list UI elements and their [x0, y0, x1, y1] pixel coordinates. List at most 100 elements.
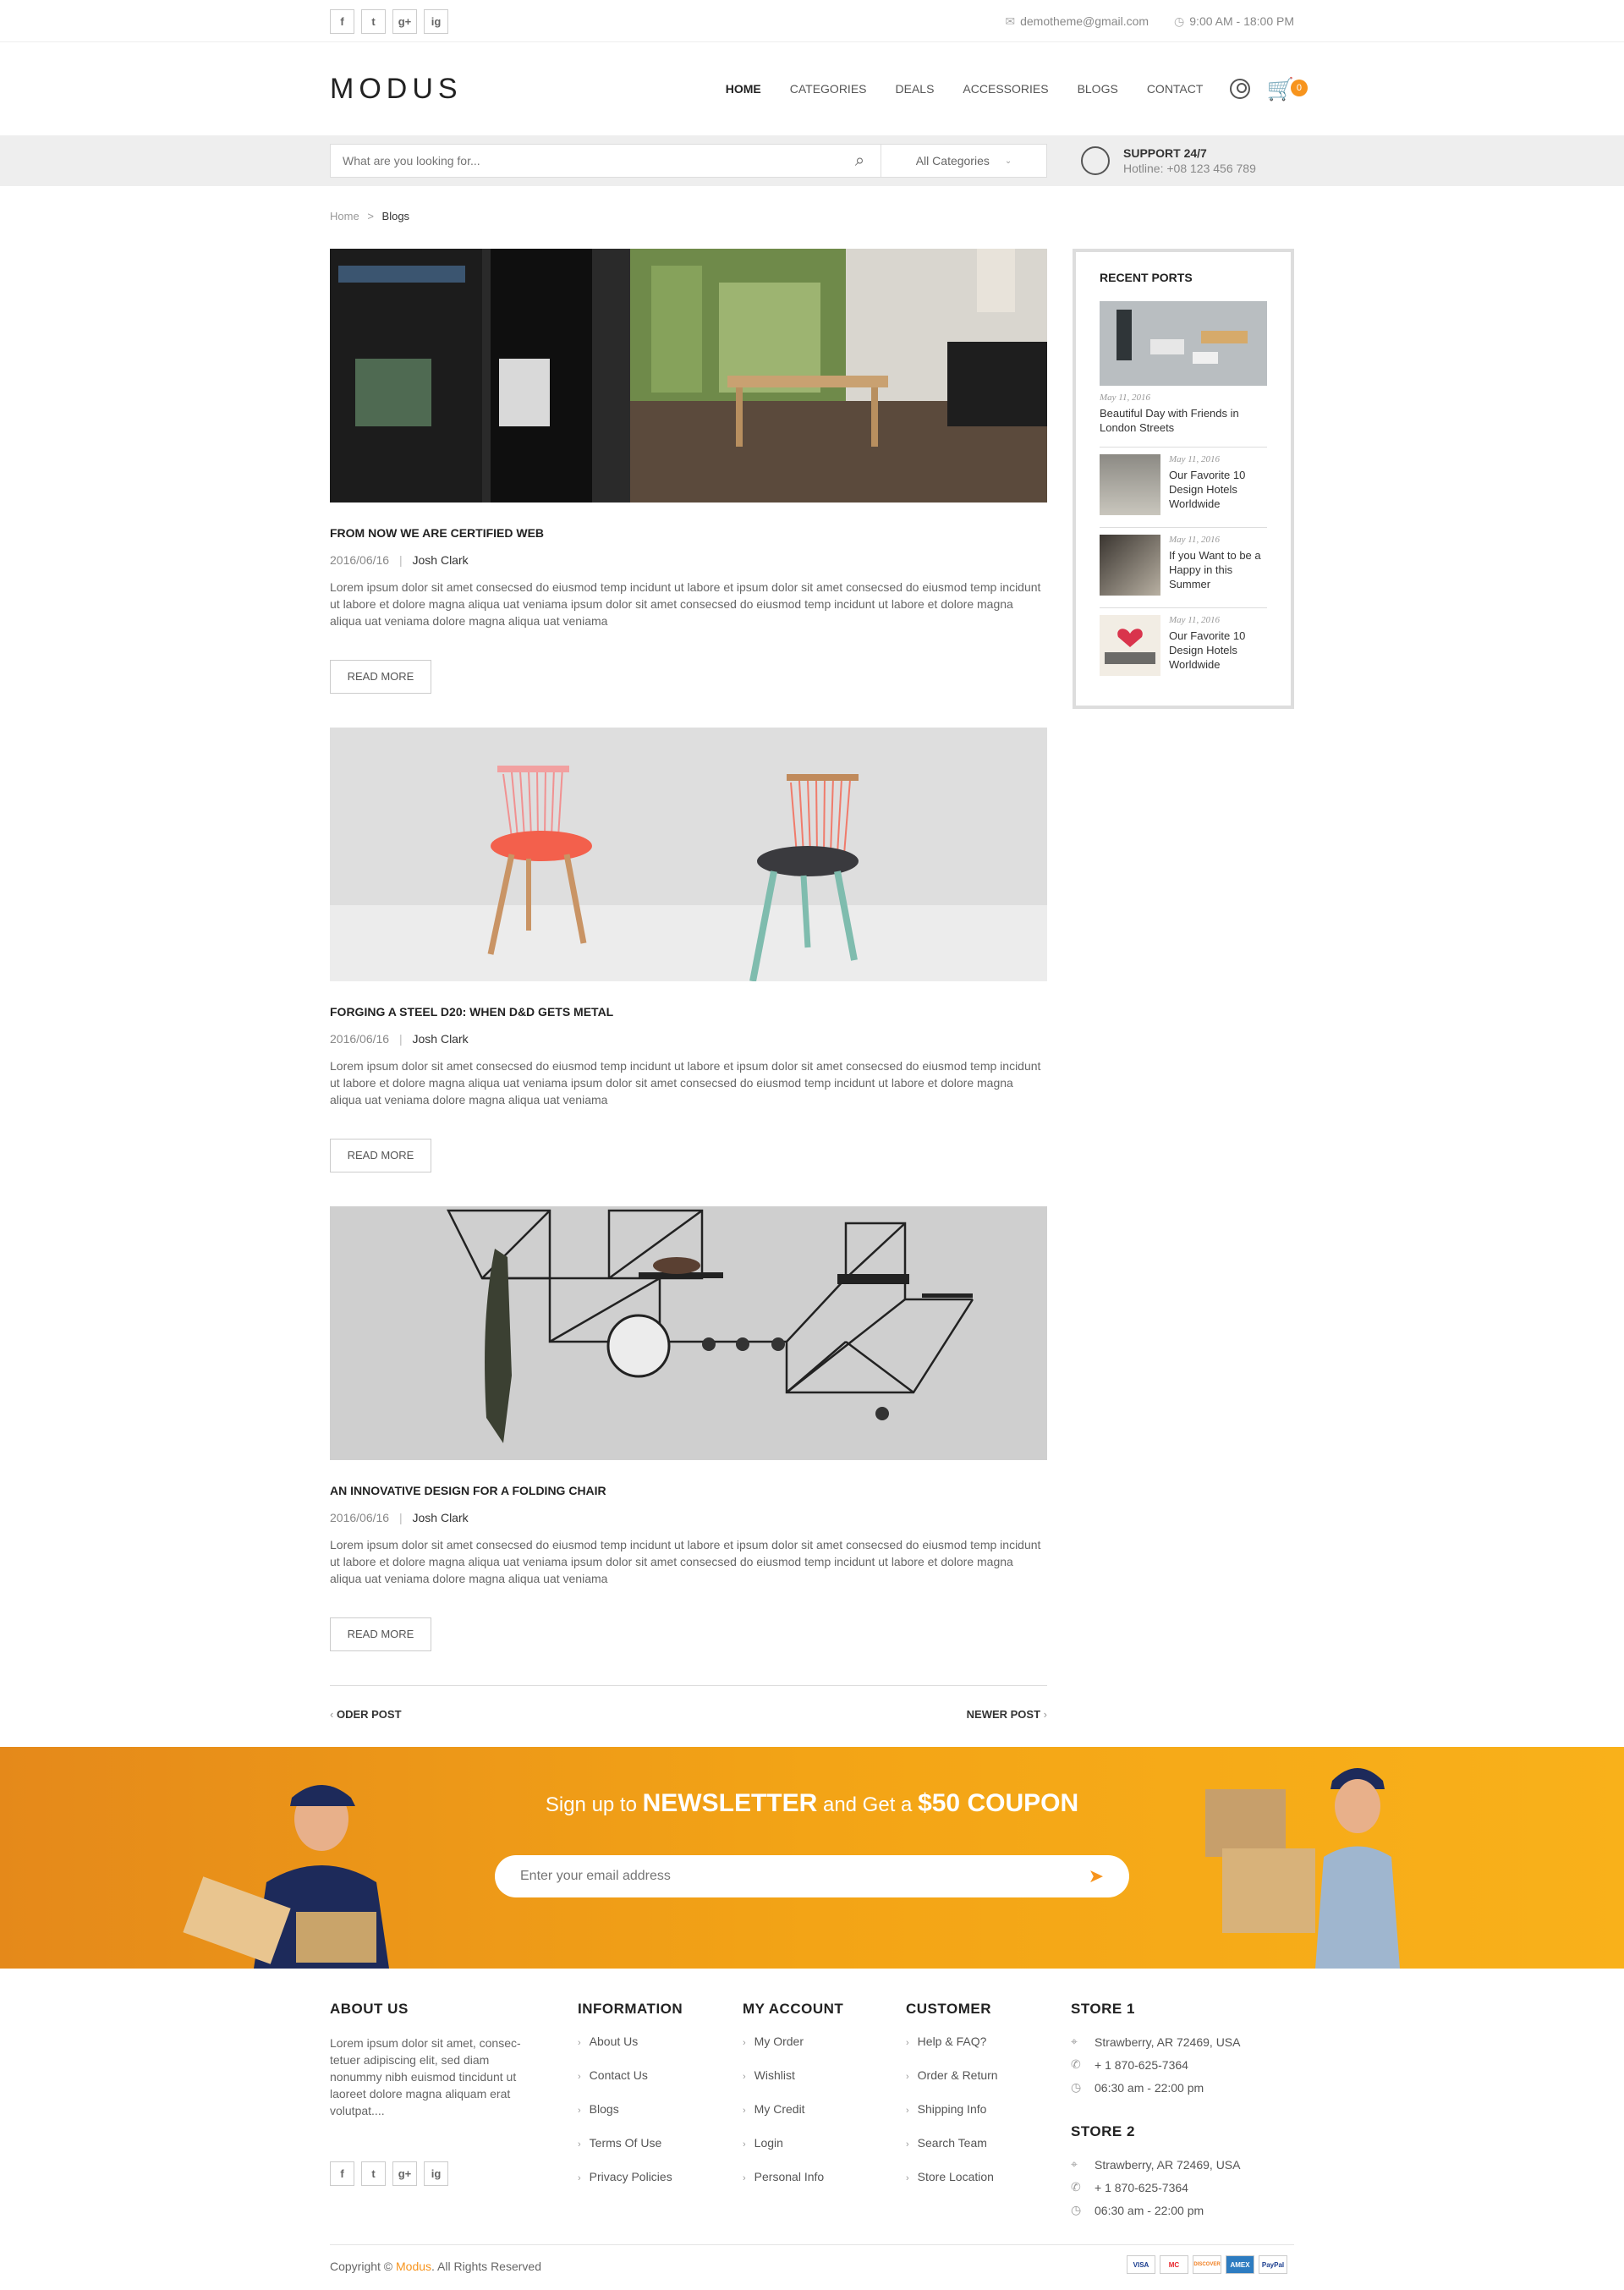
post-meta: 2016/06/16 | Josh Clark [330, 1032, 1047, 1046]
footer-link[interactable]: › Wishlist [743, 2068, 906, 2082]
logo[interactable]: MODUS [330, 73, 463, 106]
facebook-icon[interactable]: f [330, 2161, 354, 2186]
blog-posts: FROM NOW WE ARE CERTIFIED WEB 2016/06/16… [330, 249, 1047, 1721]
post-pagination: ‹ ODER POST NEWER POST › [330, 1685, 1047, 1721]
nav-home[interactable]: HOME [726, 82, 761, 96]
post-image[interactable] [330, 1206, 1047, 1460]
search-input[interactable] [331, 145, 839, 177]
recent-post-item[interactable]: May 11, 2016 If you Want to be a Happy i… [1100, 527, 1267, 596]
footer-link[interactable]: › Help & FAQ? [906, 2035, 1071, 2048]
recent-post-featured[interactable]: May 11, 2016 Beautiful Day with Friends … [1100, 301, 1267, 435]
facebook-icon[interactable]: f [330, 8, 354, 34]
blog-post: FROM NOW WE ARE CERTIFIED WEB 2016/06/16… [330, 249, 1047, 694]
footer-link[interactable]: › Login [743, 2136, 906, 2150]
post-title[interactable]: FROM NOW WE ARE CERTIFIED WEB [330, 526, 1047, 540]
recent-post-item[interactable]: May 11, 2016 Our Favorite 10 Design Hote… [1100, 607, 1267, 676]
recent-post-item[interactable]: May 11, 2016 Our Favorite 10 Design Hote… [1100, 447, 1267, 515]
nav-accessories[interactable]: ACCESSORIES [963, 82, 1048, 96]
read-more-button[interactable]: READ MORE [330, 660, 431, 694]
send-icon[interactable]: ➤ [1089, 1865, 1104, 1887]
older-post-link[interactable]: ‹ ODER POST [330, 1708, 402, 1721]
post-author[interactable]: Josh Clark [413, 553, 469, 567]
twitter-icon[interactable]: t [361, 2161, 386, 2186]
footer-link[interactable]: › Terms Of Use [578, 2136, 743, 2150]
nav-contact[interactable]: CONTACT [1147, 82, 1204, 96]
copyright-brand-link[interactable]: Modus [396, 2260, 431, 2273]
footer-link[interactable]: › My Order [743, 2035, 906, 2048]
store-phone[interactable]: ✆ + 1 870-625-7364 [1071, 2180, 1294, 2194]
footer-heading: CUSTOMER [906, 2001, 991, 2017]
recent-post-title[interactable]: Beautiful Day with Friends in London Str… [1100, 406, 1267, 435]
footer-link[interactable]: › Personal Info [743, 2170, 906, 2183]
blog-post: FORGING A STEEL D20: WHEN D&D GETS METAL… [330, 728, 1047, 1172]
store-phone[interactable]: ✆ + 1 870-625-7364 [1071, 2057, 1294, 2072]
recent-post-thumb [1100, 615, 1160, 676]
breadcrumb-separator: > [367, 210, 374, 222]
category-select-label: All Categories [915, 154, 990, 167]
meta-separator: | [398, 1032, 403, 1046]
social-links: f t g+ ig [330, 8, 448, 34]
read-more-button[interactable]: READ MORE [330, 1617, 431, 1651]
recent-post-title[interactable]: Our Favorite 10 Design Hotels Worldwide [1169, 468, 1267, 511]
footer-link[interactable]: › My Credit [743, 2102, 906, 2116]
cart-icon[interactable]: 🛒 0 [1267, 76, 1308, 102]
store-hours-text: 06:30 am - 22:00 pm [1095, 2203, 1204, 2217]
footer-heading: ABOUT US [330, 2001, 409, 2017]
contact-email[interactable]: ✉ demotheme@gmail.com [1005, 14, 1149, 29]
footer-link[interactable]: › Privacy Policies [578, 2170, 743, 2183]
post-title[interactable]: AN INNOVATIVE DESIGN FOR A FOLDING CHAIR [330, 1484, 1047, 1497]
phone-icon: ✆ [1071, 2057, 1081, 2071]
store-phone-text: + 1 870-625-7364 [1095, 2057, 1188, 2072]
footer-link[interactable]: › Order & Return [906, 2068, 1071, 2082]
nav-categories[interactable]: CATEGORIES [790, 82, 867, 96]
chevron-right-icon: › [743, 2038, 746, 2048]
footer-link[interactable]: › Shipping Info [906, 2102, 1071, 2116]
nav-deals[interactable]: DEALS [896, 82, 935, 96]
twitter-icon[interactable]: t [361, 8, 386, 34]
wall-rack-image [330, 1206, 1047, 1460]
user-icon[interactable] [1229, 79, 1250, 99]
chevron-right-icon: › [578, 2173, 581, 2183]
read-more-button[interactable]: READ MORE [330, 1139, 431, 1172]
nav-blogs[interactable]: BLOGS [1078, 82, 1118, 96]
google-plus-icon[interactable]: g+ [392, 8, 417, 34]
footer-link-label: My Order [754, 2035, 804, 2048]
post-author[interactable]: Josh Clark [413, 1511, 469, 1524]
post-title[interactable]: FORGING A STEEL D20: WHEN D&D GETS METAL [330, 1005, 1047, 1019]
breadcrumb-home[interactable]: Home [330, 210, 359, 222]
search-icon[interactable]: ⌕ [839, 145, 881, 177]
breadcrumb: Home > Blogs [330, 186, 1294, 249]
footer-link-label: My Credit [754, 2102, 805, 2116]
post-date: 2016/06/16 [330, 1032, 390, 1046]
footer-link-label: Help & FAQ? [917, 2035, 987, 2048]
chevron-right-icon: › [906, 2173, 909, 2183]
footer-customer: CUSTOMER › Help & FAQ? › Order & Return › S… [906, 2001, 1071, 2226]
recent-post-title[interactable]: If you Want to be a Happy in this Summer [1169, 548, 1267, 591]
chevron-right-icon: › [578, 2072, 581, 2082]
main-nav: HOME CATEGORIES DEALS ACCESSORIES BLOGS … [726, 82, 1204, 96]
chevron-right-icon: › [578, 2106, 581, 2116]
footer-link[interactable]: › Store Location [906, 2170, 1071, 2183]
newsletter-email-input[interactable] [520, 1869, 1028, 1884]
post-excerpt: Lorem ipsum dolor sit amet consecsed do … [330, 1059, 1041, 1107]
category-select[interactable]: All Categories ⌄ [881, 145, 1046, 177]
google-plus-icon[interactable]: g+ [392, 2161, 417, 2186]
post-date: 2016/06/16 [330, 1511, 390, 1524]
instagram-icon[interactable]: ig [424, 8, 448, 34]
newsletter-coupon: $50 COUPON [918, 1789, 1079, 1817]
store-hours: ◷ 06:30 am - 22:00 pm [1071, 2203, 1294, 2217]
footer-link[interactable]: › About Us [578, 2035, 743, 2048]
footer-link[interactable]: › Blogs [578, 2102, 743, 2116]
post-excerpt: Lorem ipsum dolor sit amet consecsed do … [330, 580, 1041, 628]
recent-post-title[interactable]: Our Favorite 10 Design Hotels Worldwide [1169, 629, 1267, 672]
footer-link[interactable]: › Search Team [906, 2136, 1071, 2150]
instagram-icon[interactable]: ig [424, 2161, 448, 2186]
footer-link-label: About Us [589, 2035, 639, 2048]
phone-icon: ✆ [1071, 2180, 1081, 2194]
footer-link[interactable]: › Contact Us [578, 2068, 743, 2082]
search-bar: ⌕ All Categories ⌄ SUPPORT 24/7 Hotline:… [0, 135, 1624, 186]
post-image[interactable] [330, 249, 1047, 502]
newer-post-link[interactable]: NEWER POST › [967, 1708, 1047, 1721]
post-image[interactable] [330, 728, 1047, 981]
post-author[interactable]: Josh Clark [413, 1032, 469, 1046]
